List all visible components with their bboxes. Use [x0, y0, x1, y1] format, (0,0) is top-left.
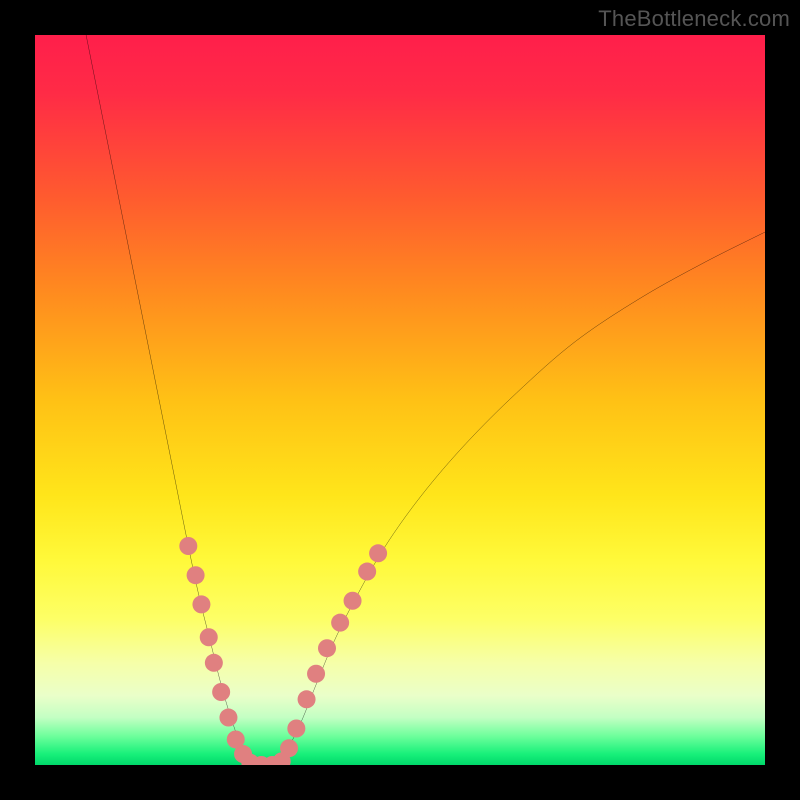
data-marker [192, 595, 210, 613]
data-marker [331, 614, 349, 632]
watermark-text: TheBottleneck.com [598, 6, 790, 32]
data-marker [212, 683, 230, 701]
data-marker [187, 566, 205, 584]
data-marker [200, 628, 218, 646]
data-marker [369, 544, 387, 562]
data-marker [298, 690, 316, 708]
data-marker [307, 665, 325, 683]
data-marker [280, 739, 298, 757]
curve-left-curve [86, 35, 254, 765]
data-marker [219, 709, 237, 727]
data-marker [287, 720, 305, 738]
data-marker [344, 592, 362, 610]
data-marker [358, 563, 376, 581]
data-marker [205, 654, 223, 672]
chart-frame: TheBottleneck.com [0, 0, 800, 800]
data-marker [318, 639, 336, 657]
data-marker [179, 537, 197, 555]
curve-right-curve [276, 232, 765, 765]
chart-curves [35, 35, 765, 765]
plot-area [35, 35, 765, 765]
